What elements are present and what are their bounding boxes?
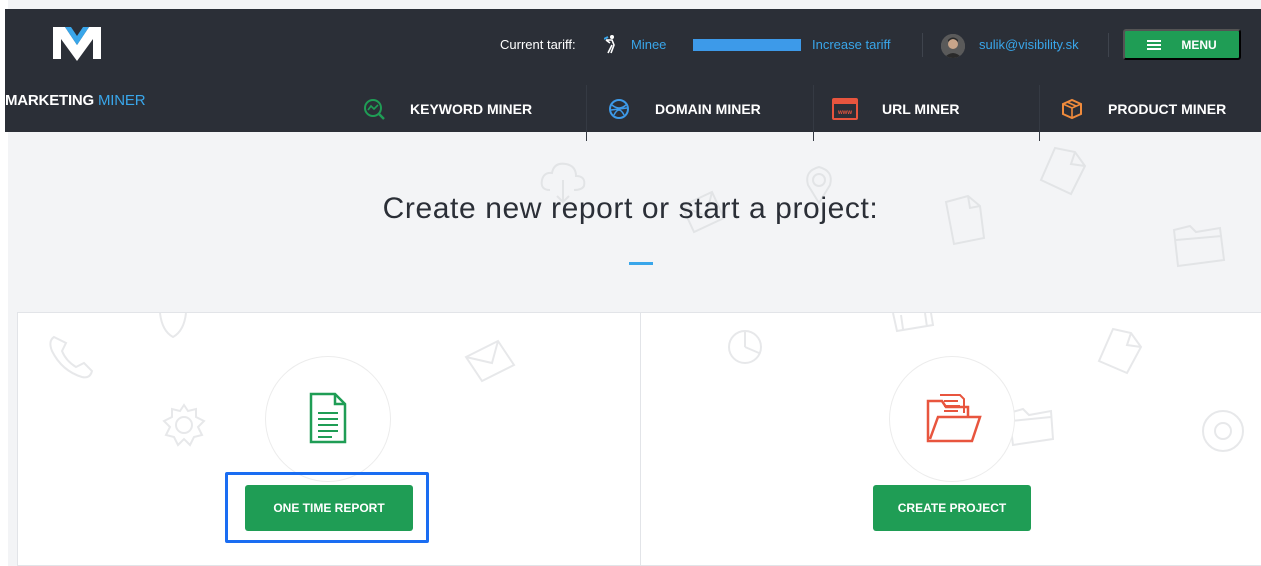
- current-tariff-label: Current tariff:: [500, 37, 576, 52]
- nav-divider: [813, 85, 814, 141]
- tariff-name-link[interactable]: Minee: [631, 37, 666, 52]
- create-project-button-label: CREATE PROJECT: [897, 501, 1007, 515]
- increase-tariff-link[interactable]: Increase tariff: [812, 37, 891, 52]
- menu-button-label: MENU: [1181, 37, 1217, 52]
- project-icon-circle: [889, 356, 1015, 482]
- marketing-miner-logo-icon[interactable]: [49, 23, 105, 63]
- selection-highlight: [225, 472, 429, 543]
- avatar-photo-icon: [941, 34, 965, 58]
- create-project-button[interactable]: CREATE PROJECT: [873, 485, 1031, 531]
- nav-divider: [1039, 85, 1040, 141]
- nav-keyword-miner[interactable]: KEYWORD MINER: [362, 85, 532, 133]
- nav-domain-miner[interactable]: DOMAIN MINER: [607, 85, 761, 133]
- chart-magnifier-icon: [364, 99, 385, 120]
- user-email-link[interactable]: sulik@visibility.sk: [979, 37, 1079, 52]
- brand-name-primary: MARKETING: [5, 92, 95, 109]
- file-outline-icon: [1097, 327, 1143, 375]
- browser-www-icon: www: [832, 98, 858, 120]
- nav-product-miner-label: PRODUCT MINER: [1108, 101, 1227, 117]
- gear-outline-icon: [162, 403, 206, 447]
- nav-domain-miner-label: DOMAIN MINER: [655, 101, 761, 117]
- file-outline-icon: [1039, 146, 1087, 196]
- film-outline-icon: [892, 312, 935, 333]
- nav-divider: [586, 85, 587, 141]
- svg-text:www: www: [837, 110, 852, 116]
- tariff-usage-bar: [693, 39, 801, 51]
- user-avatar[interactable]: [941, 34, 965, 58]
- box-icon: [1062, 98, 1082, 120]
- headline-accent-dash: [629, 262, 653, 265]
- nav-keyword-miner-label: KEYWORD MINER: [410, 101, 533, 117]
- hamburger-icon: [1147, 39, 1162, 50]
- brand-wordmark[interactable]: MARKETING MINER: [5, 92, 146, 109]
- nav-product-miner[interactable]: PRODUCT MINER: [1060, 85, 1226, 133]
- topbar-divider: [922, 33, 923, 57]
- report-icon-circle: [265, 356, 391, 482]
- location-pin-icon: [159, 312, 187, 339]
- phone-outline-icon: [49, 335, 94, 379]
- menu-button[interactable]: MENU: [1123, 29, 1241, 60]
- nav-url-miner[interactable]: www URL MINER: [832, 85, 960, 133]
- globe-icon: [609, 99, 629, 119]
- topbar-divider: [1108, 33, 1109, 57]
- nav-url-miner-label: URL MINER: [882, 101, 960, 117]
- brand-name-accent: MINER: [98, 92, 146, 109]
- folder-icon: [926, 394, 982, 443]
- envelope-outline-icon: [464, 339, 516, 383]
- miner-figure-icon: [604, 35, 615, 54]
- page: MARKETING MINER Current tariff: Minee In…: [0, 0, 1261, 566]
- create-project-card: CREATE PROJECT: [640, 312, 1261, 566]
- pie-chart-outline-icon: [728, 330, 762, 364]
- document-icon: [309, 392, 347, 444]
- at-sign-outline-icon: [1202, 410, 1244, 452]
- page-headline: Create new report or start a project:: [382, 192, 879, 225]
- app-header: MARKETING MINER Current tariff: Minee In…: [5, 9, 1261, 141]
